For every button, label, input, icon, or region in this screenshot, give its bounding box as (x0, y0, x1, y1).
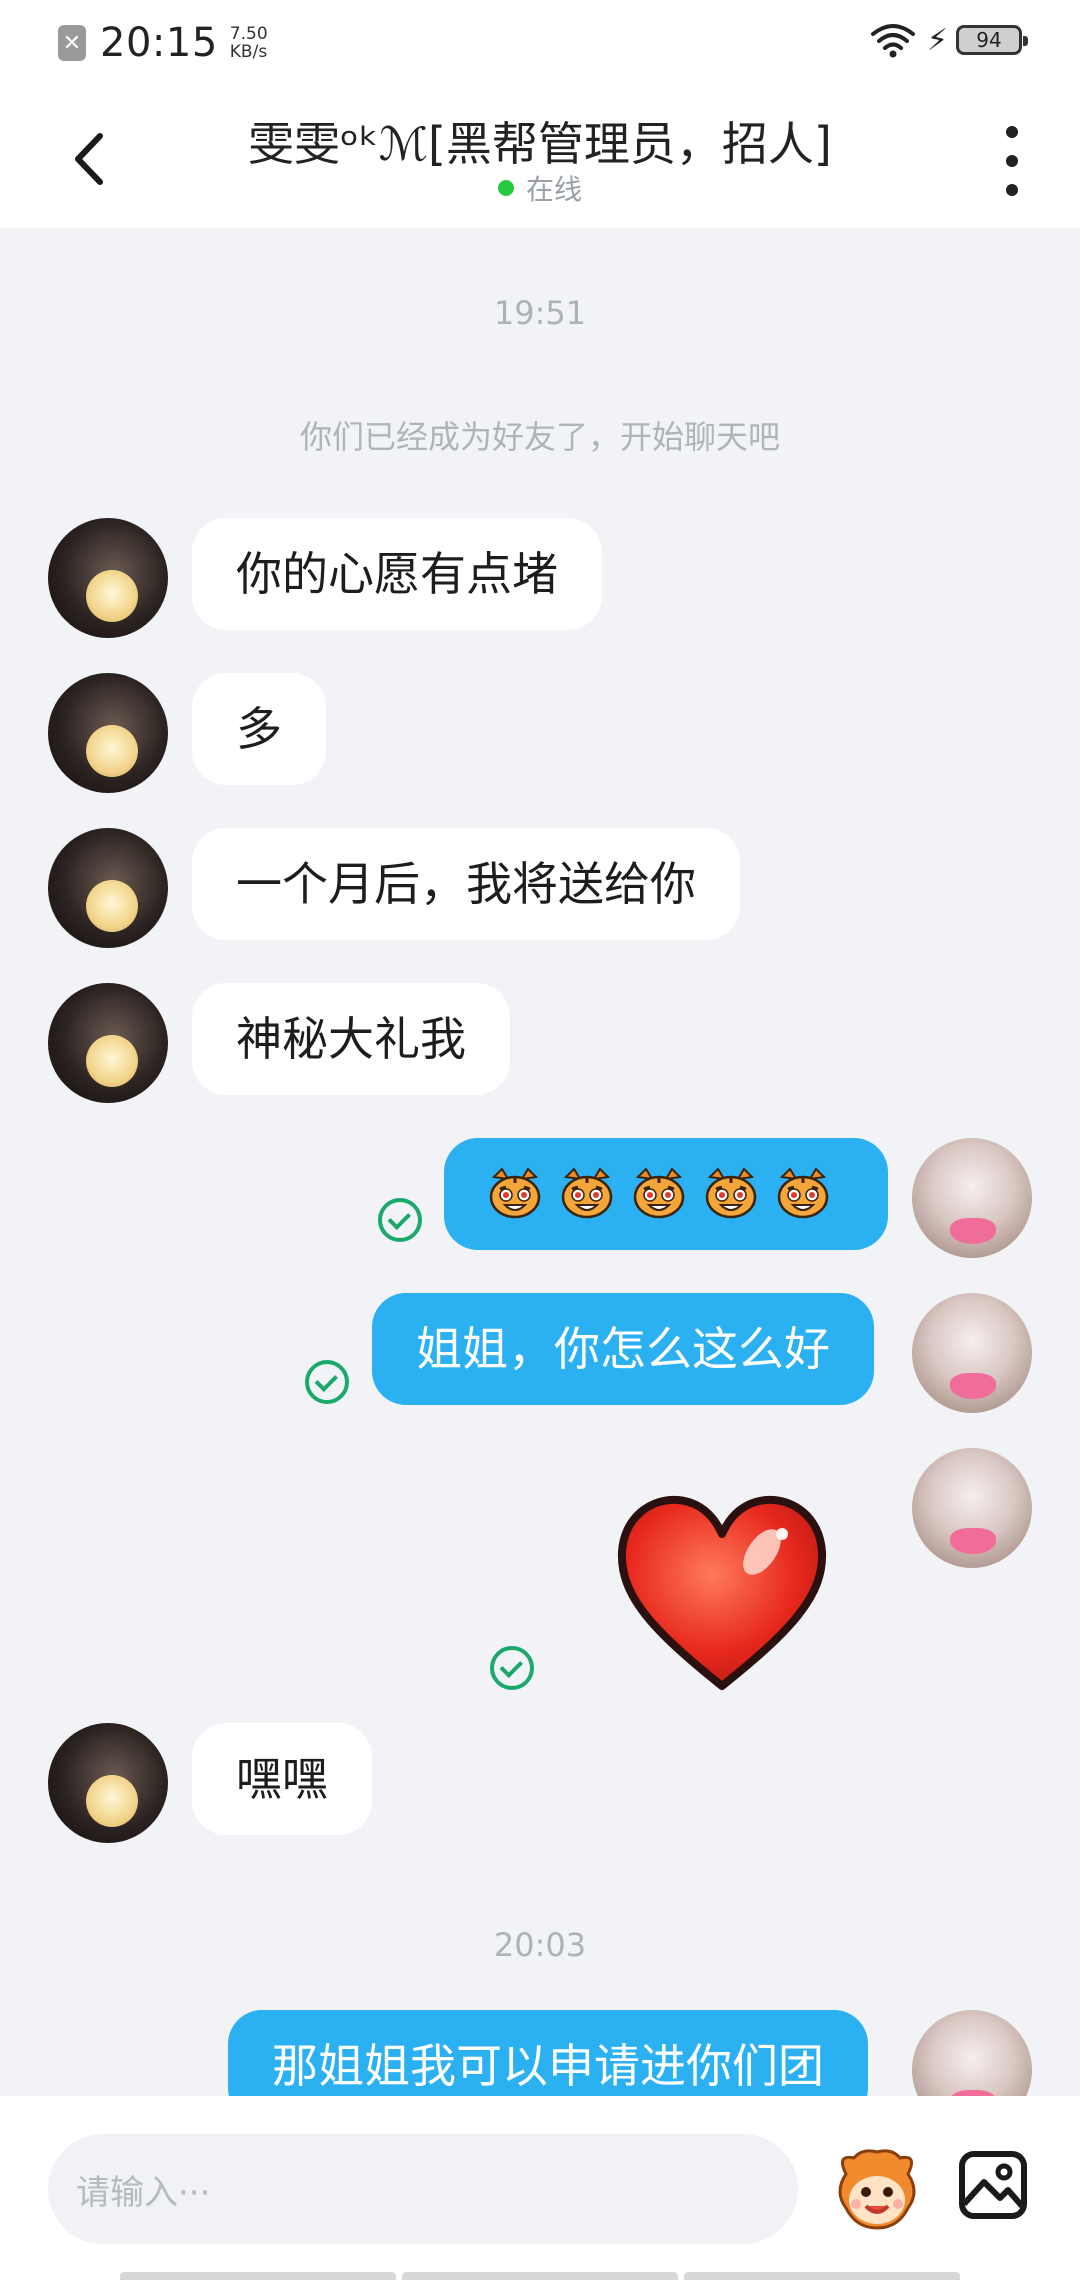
input-bar: 请输入··· (0, 2096, 1080, 2280)
status-time: 20:15 (100, 20, 218, 66)
contact-avatar[interactable] (48, 828, 168, 948)
tiger-emoji-icon (777, 1167, 829, 1219)
online-status-text: 在线 (525, 173, 582, 206)
contact-avatar[interactable] (48, 1723, 168, 1843)
network-speed-value: 7.50 (229, 24, 268, 44)
contact-avatar[interactable] (48, 983, 168, 1103)
message-input-placeholder: 请输入··· (76, 2172, 211, 2213)
read-check-icon (305, 1360, 349, 1404)
red-heart-sticker[interactable] (612, 1490, 832, 1700)
charging-bolt-icon: ⚡ (926, 22, 948, 58)
more-vertical-icon[interactable] (992, 126, 1032, 196)
message-bubble-received[interactable]: 嘿嘿 (192, 1723, 372, 1835)
timestamp: 19:51 (493, 294, 587, 332)
tiger-emoji-icon (561, 1167, 613, 1219)
online-status: 在线 (0, 168, 1080, 208)
tiger-emoji-icon (633, 1167, 685, 1219)
status-bar: ✕ 20:15 7.50 KB/s ⚡ 94 (0, 0, 1080, 86)
message-bubble-sent[interactable]: 那姐姐我可以申请进你们团 (228, 2010, 868, 2096)
keyboard-strip (120, 2272, 960, 2280)
online-dot-icon (497, 180, 514, 196)
sticker-mascot-icon[interactable] (832, 2144, 922, 2234)
message-bubble-received[interactable]: 多 (192, 673, 326, 785)
message-bubble-received[interactable]: 神秘大礼我 (192, 983, 510, 1095)
my-avatar[interactable] (912, 1138, 1032, 1258)
contact-avatar[interactable] (48, 673, 168, 793)
network-speed: 7.50 KB/s (230, 25, 268, 61)
more-dot (1006, 155, 1018, 167)
emoji-row (488, 1138, 844, 1250)
timestamp: 20:03 (493, 1926, 587, 1964)
chat-area[interactable]: 19:51 你们已经成为好友了，开始聊天吧 你的心愿有点堵 多 一个月后，我将送… (0, 228, 1080, 2096)
message-bubble-sent[interactable]: 姐姐，你怎么这么好 (372, 1293, 874, 1405)
message-bubble-received[interactable]: 你的心愿有点堵 (192, 518, 602, 630)
message-input[interactable]: 请输入··· (48, 2134, 798, 2244)
tiger-emoji-icon (705, 1167, 757, 1219)
read-check-icon (490, 1646, 534, 1690)
status-left: ✕ 20:15 7.50 KB/s (58, 20, 268, 66)
notification-x-icon: ✕ (58, 25, 86, 61)
message-bubble-received[interactable]: 一个月后，我将送给你 (192, 828, 740, 940)
battery-icon: 94 (956, 25, 1028, 55)
more-dot (1006, 184, 1018, 196)
chat-title: 雯雯ᵒᵏℳ[黑帮管理员，招人] (248, 117, 832, 171)
contact-avatar[interactable] (48, 518, 168, 638)
my-avatar[interactable] (912, 1293, 1032, 1413)
read-check-icon (378, 1198, 422, 1242)
chat-header: 雯雯ᵒᵏℳ[黑帮管理员，招人] 在线 (0, 86, 1080, 228)
message-bubble-sent-emoji[interactable] (444, 1138, 888, 1250)
system-message: 你们已经成为好友了，开始聊天吧 (299, 418, 780, 456)
my-avatar[interactable] (912, 2010, 1032, 2096)
image-picker-icon[interactable] (956, 2148, 1030, 2222)
more-dot (1006, 126, 1018, 138)
battery-level: 94 (976, 28, 1002, 52)
my-avatar[interactable] (912, 1448, 1032, 1568)
strip-segment (120, 2272, 396, 2280)
wifi-icon (870, 24, 915, 58)
network-speed-unit: KB/s (229, 42, 268, 62)
tiger-emoji-icon (489, 1167, 541, 1219)
strip-segment (684, 2272, 960, 2280)
status-right: ⚡ 94 (869, 22, 1028, 58)
strip-segment (402, 2272, 678, 2280)
